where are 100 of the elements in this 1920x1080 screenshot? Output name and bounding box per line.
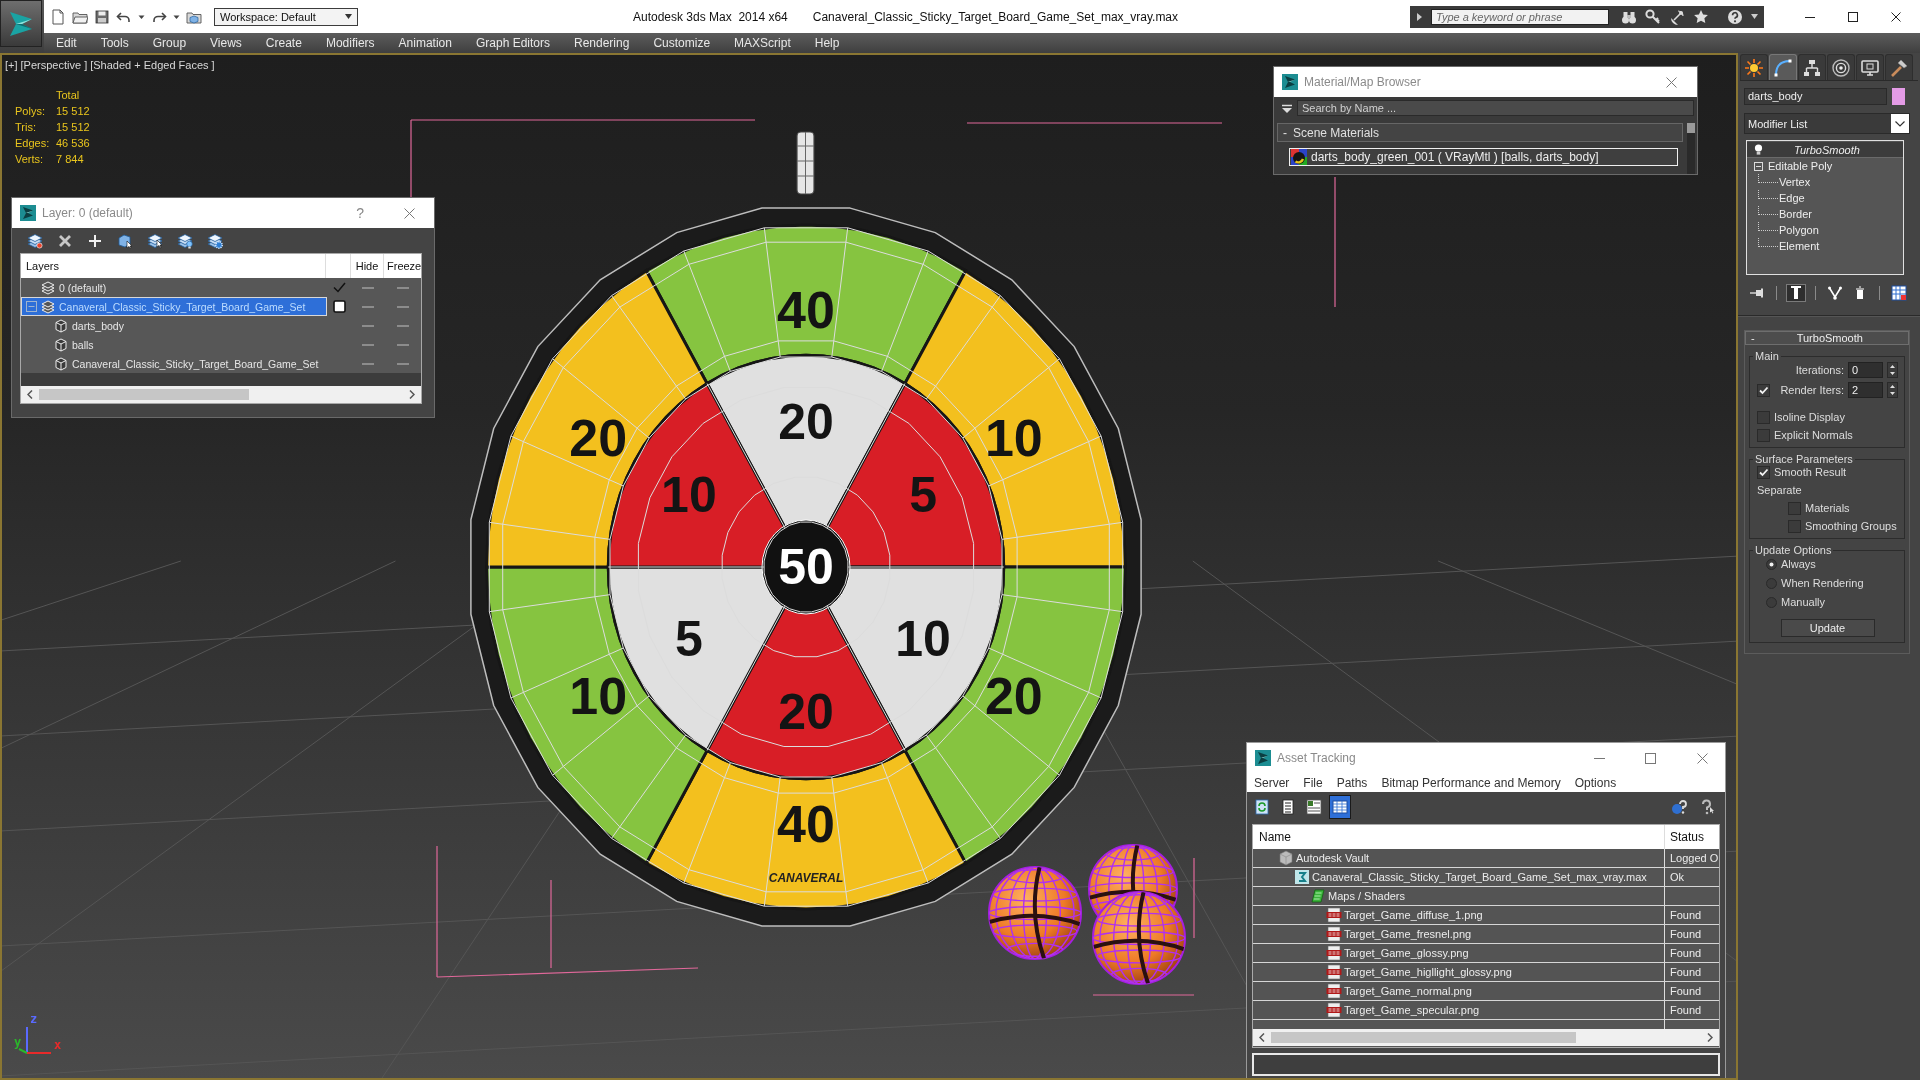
- asset-row[interactable]: Target_Game_higllight_glossy.png Found: [1253, 963, 1719, 982]
- asset-row[interactable]: Autodesk Vault Logged O: [1253, 849, 1719, 868]
- menu-item[interactable]: Server: [1254, 775, 1290, 790]
- menu-item[interactable]: Bitmap Performance and Memory: [1381, 775, 1561, 790]
- stack-tool-button[interactable]: [1786, 284, 1806, 302]
- asset-row[interactable]: Target_Game_glossy.png Found: [1253, 944, 1719, 963]
- viewport-menu-label[interactable]: [Perspective ]: [20, 59, 88, 71]
- stack-item[interactable]: Vertex: [1747, 174, 1903, 190]
- layer-item[interactable]: 0 (default): [21, 278, 327, 297]
- scroll-right-icon[interactable]: [409, 390, 415, 399]
- menu-item[interactable]: Help: [802, 35, 852, 51]
- checkbox[interactable]: [1757, 410, 1770, 424]
- search-field[interactable]: Search by Name ...: [1297, 100, 1694, 116]
- scroll-left-icon[interactable]: [27, 390, 33, 399]
- asset-row[interactable]: Target_Game_normal.png Found: [1253, 982, 1719, 1001]
- group-toggle[interactable]: -: [1283, 125, 1287, 140]
- stack-item[interactable]: Editable Poly: [1747, 158, 1903, 174]
- modifier-list-dropdown[interactable]: Modifier List: [1744, 113, 1910, 134]
- stack-item[interactable]: Edge: [1747, 190, 1903, 206]
- scroll-left-icon[interactable]: [1259, 1033, 1265, 1042]
- layer-item[interactable]: balls: [21, 335, 327, 354]
- layers-add-icon[interactable]: [27, 232, 43, 249]
- menu-item[interactable]: Group: [140, 35, 199, 51]
- current-layer-checkbox[interactable]: [332, 281, 346, 294]
- object-name-field[interactable]: darts_body: [1744, 88, 1887, 105]
- column-header[interactable]: Freeze: [387, 260, 422, 272]
- rollout-header[interactable]: - TurboSmooth: [1745, 331, 1909, 345]
- key-icon[interactable]: [1645, 8, 1661, 25]
- asset-row[interactable]: Target_Game_diffuse_1.png Found: [1253, 906, 1719, 925]
- horizontal-scrollbar[interactable]: [1253, 1029, 1719, 1046]
- search-field[interactable]: Type a keyword or phrase: [1431, 8, 1609, 25]
- satellite-dish-icon[interactable]: [1669, 8, 1685, 25]
- menu-item[interactable]: Views: [198, 35, 254, 51]
- caret-icon[interactable]: [1416, 11, 1423, 22]
- asset-row[interactable]: Canaveral_Classic_Sticky_Target_Board_Game_Set_max_vray.max Ok: [1253, 868, 1719, 887]
- close-icon[interactable]: [1891, 11, 1901, 22]
- caret-icon[interactable]: [1751, 14, 1758, 19]
- status-field[interactable]: [1252, 1053, 1720, 1076]
- layers-gear-icon[interactable]: [207, 232, 223, 249]
- layers-bulb-icon[interactable]: [177, 232, 193, 249]
- viewport-menu-label[interactable]: [+]: [5, 59, 18, 71]
- color-swatch-icon[interactable]: [1892, 88, 1905, 105]
- checkbox[interactable]: [1788, 501, 1801, 515]
- spinner-field[interactable]: 0: [1848, 362, 1883, 378]
- panel-tab[interactable]: [1798, 54, 1826, 80]
- checkbox[interactable]: [1757, 428, 1770, 442]
- menu-item[interactable]: Paths: [1336, 775, 1368, 790]
- panel-tab[interactable]: [1856, 54, 1884, 80]
- new-file-icon[interactable]: [50, 8, 66, 25]
- stack-item[interactable]: Element: [1747, 238, 1903, 254]
- toolbar-button[interactable]: [1329, 795, 1351, 819]
- star-icon[interactable]: [1693, 8, 1709, 25]
- menu-item[interactable]: Options: [1574, 775, 1617, 790]
- maximize-icon[interactable]: [1848, 11, 1858, 22]
- menu-item[interactable]: Rendering: [562, 35, 642, 51]
- panel-tab[interactable]: [1827, 54, 1855, 80]
- menu-item[interactable]: Graph Editors: [463, 35, 562, 51]
- menu-item[interactable]: Edit: [44, 35, 89, 51]
- spinner-field[interactable]: 2: [1848, 382, 1883, 398]
- help-cursor-icon[interactable]: [1699, 799, 1715, 815]
- cube-cursor-icon[interactable]: [117, 232, 133, 249]
- tree-toggle[interactable]: [25, 301, 37, 312]
- lightbulb-icon[interactable]: [1754, 144, 1763, 155]
- update-button[interactable]: Update: [1780, 619, 1875, 637]
- checkbox[interactable]: [1788, 519, 1801, 533]
- stack-item[interactable]: Polygon: [1747, 222, 1903, 238]
- spinner-arrows[interactable]: [1887, 362, 1898, 378]
- column-header[interactable]: Name: [1259, 830, 1291, 844]
- menu-item[interactable]: Modifiers: [313, 35, 387, 51]
- radio-button[interactable]: [1766, 558, 1777, 570]
- radio-button[interactable]: [1766, 577, 1777, 589]
- current-layer-checkbox[interactable]: [332, 300, 346, 313]
- menu-item[interactable]: Animation: [386, 35, 464, 51]
- stack-tool-button[interactable]: [1889, 284, 1909, 302]
- panel-tab[interactable]: [1740, 54, 1768, 80]
- workspace-dropdown[interactable]: Workspace: Default: [214, 7, 358, 26]
- panel-tab[interactable]: [1885, 54, 1913, 80]
- menu-item[interactable]: Tools: [88, 35, 141, 51]
- scroll-right-icon[interactable]: [1707, 1033, 1713, 1042]
- delete-icon[interactable]: [57, 232, 73, 249]
- help-globe-icon[interactable]: [1671, 799, 1687, 815]
- help-icon[interactable]: [1727, 8, 1743, 25]
- menu-item[interactable]: Customize: [641, 35, 723, 51]
- asset-row[interactable]: Maps / Shaders: [1253, 887, 1719, 906]
- viewport-menu-label[interactable]: [Shaded + Edged Faces ]: [90, 59, 215, 71]
- layer-item[interactable]: Canaveral_Classic_Sticky_Target_Board_Game_Set: [21, 354, 327, 373]
- asset-row[interactable]: Target_Game_fresnel.png Found: [1253, 925, 1719, 944]
- asset-row[interactable]: Target_Game_specular.png Found: [1253, 1001, 1719, 1020]
- column-header[interactable]: Layers: [26, 260, 60, 272]
- filter-caret-icon[interactable]: [1281, 102, 1293, 114]
- material-item[interactable]: darts_body_green_001 ( VRayMtl ) [balls, darts_body]: [1289, 148, 1678, 166]
- menu-item[interactable]: MAXScript: [722, 35, 803, 51]
- stack-item[interactable]: TurboSmooth: [1747, 142, 1903, 158]
- radio-button[interactable]: [1766, 596, 1777, 608]
- column-header[interactable]: Status: [1670, 830, 1705, 844]
- menu-item[interactable]: Create: [253, 35, 314, 51]
- layer-item[interactable]: Canaveral_Classic_Sticky_Target_Board_Game_Set: [21, 297, 327, 316]
- horizontal-scrollbar[interactable]: [21, 386, 421, 403]
- spinner-arrows[interactable]: [1887, 382, 1898, 398]
- layer-item[interactable]: darts_body: [21, 316, 327, 335]
